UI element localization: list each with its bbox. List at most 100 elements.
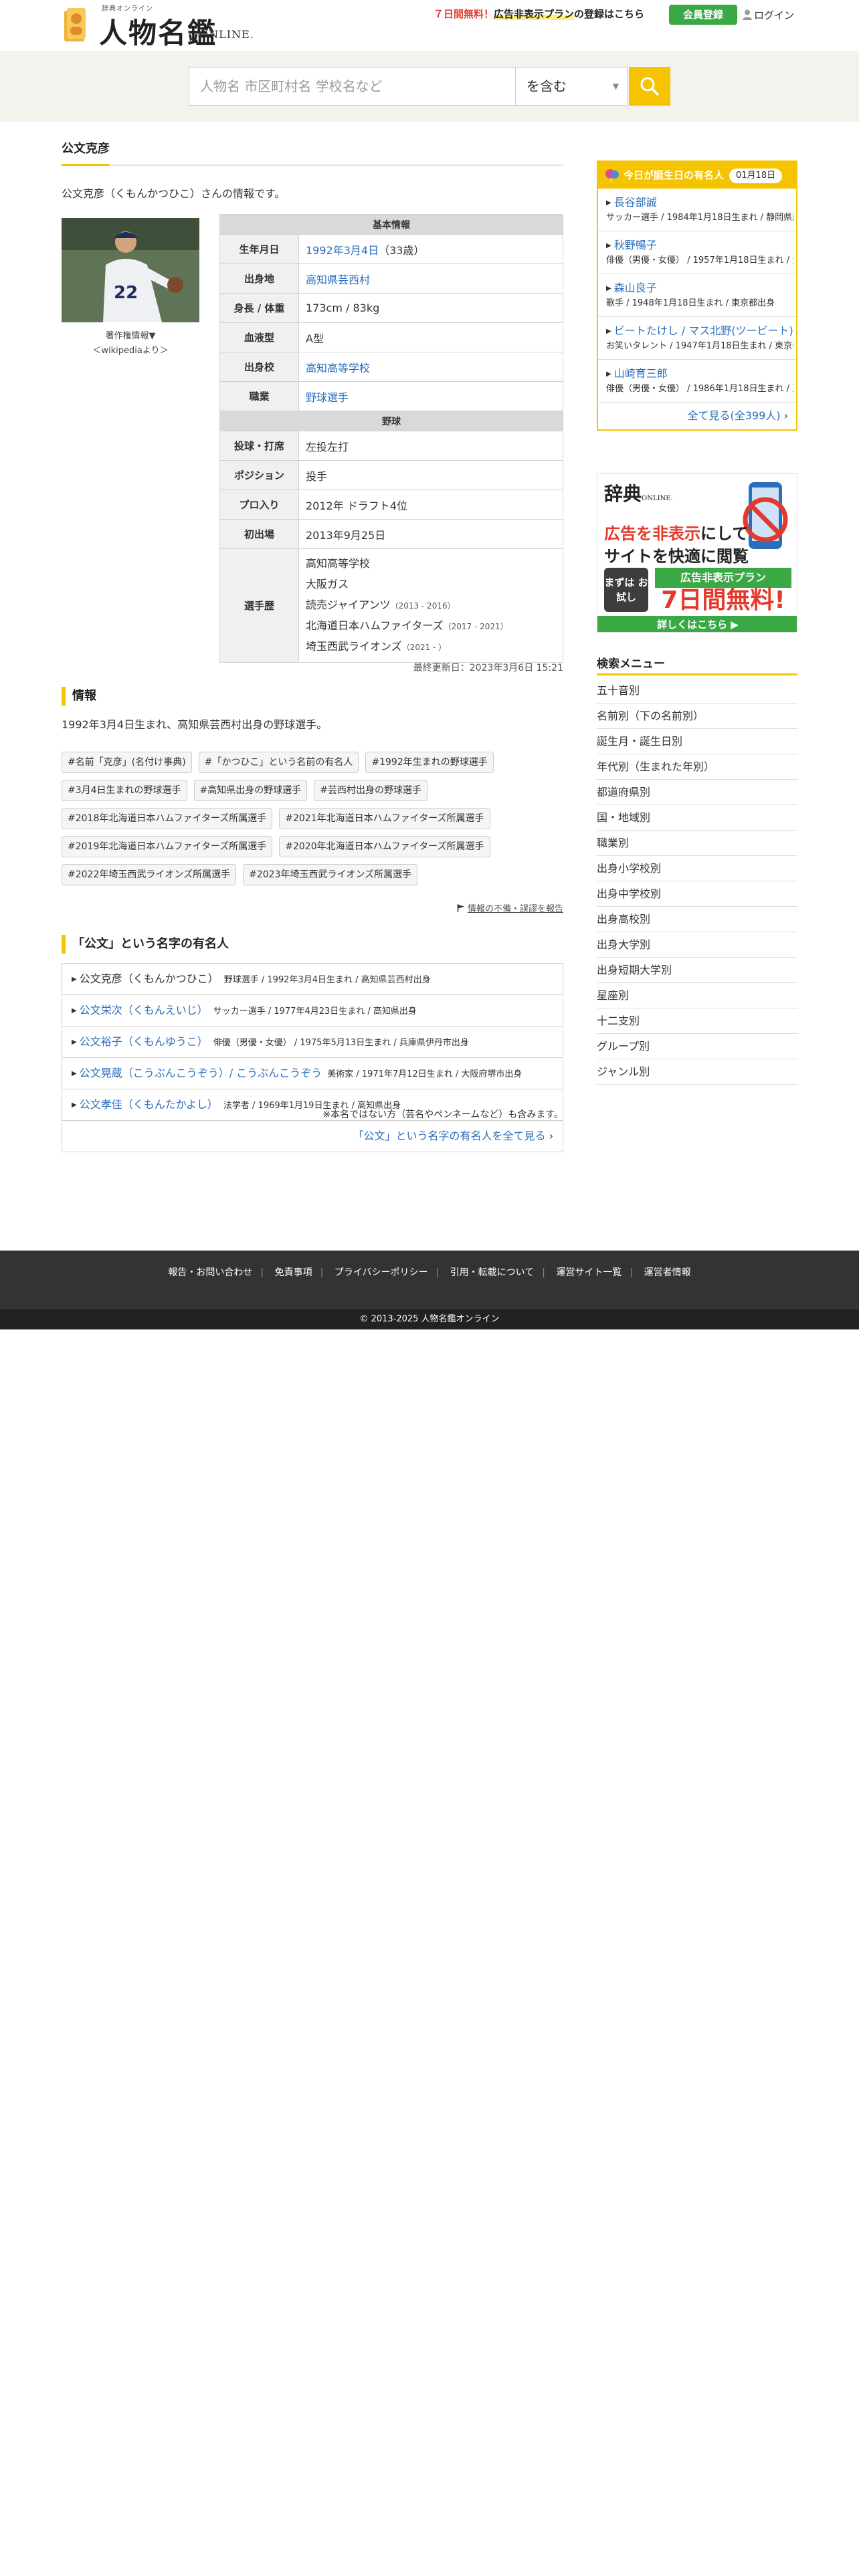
menu-item[interactable]: 職業別 [597,831,797,856]
footer-link[interactable]: 運営者情報 [644,1267,691,1278]
ad-free-days: 7日間無料! [661,586,785,614]
book-logo-icon [64,8,86,41]
ad-plan-label: 広告非表示プラン [655,568,791,588]
tag[interactable]: #2020年北海道日本ハムファイターズ所属選手 [279,836,490,857]
ad-banner[interactable]: 辞典ONLINE. 広告を非表示にして サイトを快適に閲覧 まずは お試し 広告非… [597,473,797,633]
triangle-icon: ▶ [72,1007,77,1014]
chevron-right-icon: › [545,1130,553,1142]
famous-list: ▶ 公文克彦（くもんかつひこ） 野球選手 / 1992年3月4日生まれ / 高知県芸… [62,963,563,1152]
login-link[interactable]: ログイン [743,8,794,22]
promo-free: ７日間無料！ [434,8,494,20]
debut-value: 2013年9月25日 [298,519,563,549]
famous-heading: 「公文」という名字の有名人 [62,935,563,954]
pitcher-photo-icon: 22 [62,218,199,322]
career-item: 読売ジャイアンツ（2013 - 2016） [306,599,456,611]
position-key: ポジション [219,460,299,490]
menu-item[interactable]: ジャンル別 [597,1059,797,1085]
tag[interactable]: #3月4日生まれの野球選手 [62,780,187,801]
ad-headline: 広告を非表示にして サイトを快適に閲覧 [604,524,749,566]
menu-item[interactable]: 国・地域別 [597,805,797,831]
logo-online-text: ONLINE. [199,28,254,41]
login-label: ログイン [754,9,795,21]
position-value: 投手 [298,460,563,490]
age-text: （33歳） [379,243,425,257]
birthday-more-link[interactable]: 全て見る(全399人) › [598,403,796,429]
menu-item[interactable]: 出身大学別 [597,932,797,958]
menu-item[interactable]: 誕生月・誕生日別 [597,729,797,754]
menu-item[interactable]: 出身高校別 [597,907,797,932]
birthday-date: 01月18日 [729,169,783,183]
menu-item[interactable]: 出身中学校別 [597,881,797,907]
search-mode-select[interactable]: を含む ▼ [515,67,628,106]
report-link[interactable]: 情報の不備・誤謬を報告 [375,901,563,914]
tag[interactable]: #2021年北海道日本ハムファイターズ所属選手 [279,808,490,829]
tag[interactable]: #2023年埼玉西武ライオンズ所属選手 [243,864,418,885]
menu-item[interactable]: 名前別（下の名前別） [597,704,797,729]
ad-details-button[interactable]: 詳しくはこちら ▶ [597,616,797,632]
famous-more-link[interactable]: 「公文」という名字の有名人を全て見る › [62,1121,563,1152]
menu-item[interactable]: 年代別（生まれた年別） [597,754,797,780]
birth-value: 1992年3月4日（33歳） [298,234,563,264]
footer-link[interactable]: 運営サイト一覧 [556,1267,622,1278]
info-heading: 情報 [62,687,563,706]
menu-item[interactable]: グループ別 [597,1034,797,1059]
career-key: 選手歴 [219,548,299,663]
menu-item[interactable]: 出身短期大学別 [597,958,797,983]
triangle-icon: ▶ [72,1039,77,1046]
site-logo[interactable]: 辞典オンライン 人物名鑑 ONLINE. [62,3,269,49]
menu-item[interactable]: 都道府県別 [597,780,797,805]
triangle-icon: ▶ [606,328,611,335]
tag[interactable]: #1992年生まれの野球選手 [365,752,494,773]
footer-link[interactable]: 引用・転載について [450,1267,535,1278]
info-text: 1992年3月4日生まれ、高知県芸西村出身の野球選手。 [62,718,328,731]
tag[interactable]: #2022年埼玉西武ライオンズ所属選手 [62,864,237,885]
last-updated: 最終更新日：2023年3月6日 15:21 [413,663,563,673]
promo-link[interactable]: ７日間無料！広告非表示プランの登録はこちら [434,7,644,21]
menu-item[interactable]: 五十音別 [597,678,797,704]
list-item[interactable]: ▶ 公文晃蔵（こうぶんこうぞう）/ こうぶんこうぞう 美術家 / 1971年7月12… [62,1058,563,1089]
list-item[interactable]: ▶ 公文栄次（くもんえいじ） サッカー選手 / 1977年4月23日生まれ / 高知… [62,995,563,1027]
school-link[interactable]: 高知高等学校 [306,362,370,374]
search-input[interactable]: 人物名 市区町村名 学校名など [189,67,515,106]
origin-link[interactable]: 高知県芸西村 [306,274,370,286]
tag[interactable]: #芸西村出身の野球選手 [314,780,428,801]
career-item: 大阪ガス [306,578,349,591]
tag[interactable]: #「かつひこ」という名前の有名人 [198,752,359,773]
search-menu-title: 検索メニュー [597,653,797,675]
body-value: 173cm / 83kg [298,293,563,323]
photo-credit[interactable]: 著作権情報▼ ＜wikipediaより＞ [62,329,199,358]
list-item[interactable]: ▶山崎育三郎俳優（男優・女優） / 1986年1月18日生まれ / 東京都出身 [598,360,796,403]
birth-date-link[interactable]: 1992年3月4日 [306,244,379,257]
photo-credit-source: ＜wikipediaより＞ [92,346,169,356]
flag-icon [457,904,464,912]
career-item: 高知高等学校 [306,557,371,570]
tag[interactable]: #2018年北海道日本ハムファイターズ所属選手 [62,808,273,829]
career-value: 高知高等学校 大阪ガス 読売ジャイアンツ（2013 - 2016） 北海道日本ハ… [298,548,563,663]
footer-link[interactable]: プライバシーポリシー [335,1267,428,1278]
triangle-icon: ▶ [606,199,611,207]
list-item[interactable]: ▶ 森山良子 歌手 / 1948年1月18日生まれ / 東京都出身 [598,274,796,317]
menu-item[interactable]: 十二支別 [597,1008,797,1034]
menu-item[interactable]: 出身小学校別 [597,856,797,881]
footer-link[interactable]: 免責事項 [275,1267,312,1278]
chevron-right-icon: › [780,409,788,422]
list-item[interactable]: ▶ ビートたけし / マス北野(ツービート) お笑いタレント / 1947年1月18… [598,317,796,360]
bat-key: 投球・打席 [219,431,299,461]
birthday-widget: 今日が誕生日の有名人 01月18日 ▶ 長谷部誠 サッカー選手 / 1984年1月18… [597,160,797,431]
tag[interactable]: #2019年北海道日本ハムファイターズ所属選手 [62,836,273,857]
list-item[interactable]: ▶ 公文克彦（くもんかつひこ） 野球選手 / 1992年3月4日生まれ / 高知県芸… [62,964,563,995]
list-item[interactable]: ▶長谷部誠サッカー選手 / 1984年1月18日生まれ / 静岡県藤枝市出身 [598,189,796,231]
search-button[interactable] [629,67,670,106]
footer-link[interactable]: 報告・お問い合わせ [168,1267,252,1278]
profile-table: 基本情報 生年月日 1992年3月4日（33歳） 出身地 高知県芸西村 身長 /… [219,214,563,663]
balloon-icon [605,169,619,183]
tag[interactable]: #名前「克彦」(名付け事典) [62,752,192,773]
register-button[interactable]: 会員登録 [669,5,737,25]
photo-credit-title: 著作権情報▼ [105,331,156,341]
menu-item[interactable]: 星座別 [597,983,797,1008]
job-link[interactable]: 野球選手 [306,391,349,404]
blood-value: A型 [298,322,563,352]
list-item[interactable]: ▶ 公文裕子（くもんゆうこ） 俳優（男優・女優） / 1975年5月13日生まれ /… [62,1027,563,1058]
list-item[interactable]: ▶秋野暢子俳優（男優・女優） / 1957年1月18日生まれ / 大阪府出身 [598,231,796,274]
tag[interactable]: #高知県出身の野球選手 [193,780,308,801]
